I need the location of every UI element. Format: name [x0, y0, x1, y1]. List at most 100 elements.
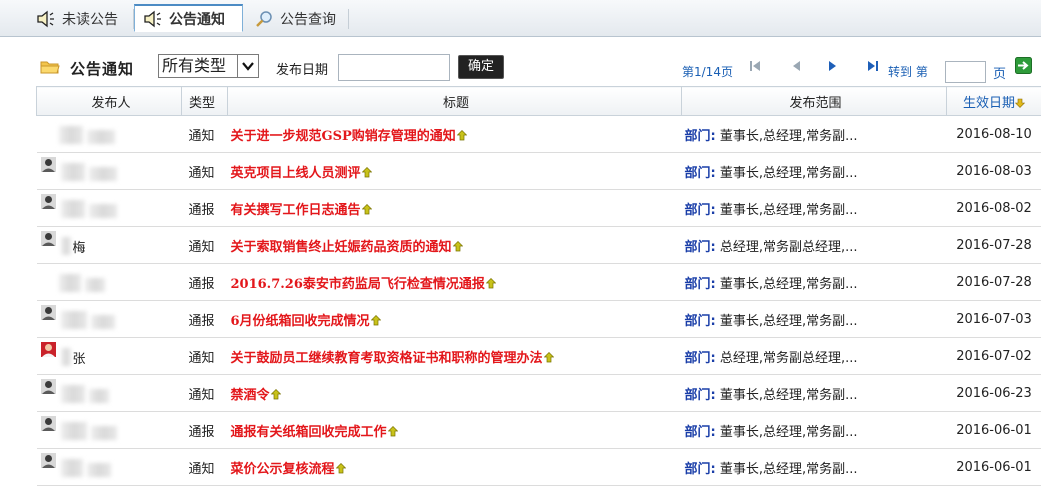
notice-title-link[interactable]: 6月份纸箱回收完成情况 — [231, 314, 370, 329]
redacted-name — [85, 278, 105, 292]
range-label: 部门: — [685, 240, 716, 255]
notice-title-link[interactable]: 菜价公示复核流程 — [231, 462, 335, 477]
notice-title-link[interactable]: 关于索取销售终止妊娠药品资质的通知 — [231, 240, 452, 255]
avatar — [41, 194, 56, 209]
cell-title: 2016.7.26泰安市药监局飞行检查情况通报 — [228, 264, 682, 301]
publisher-name: 梅 — [73, 237, 86, 256]
avatar — [41, 342, 56, 357]
tab-notices[interactable]: 公告通知 — [134, 4, 243, 32]
table-row[interactable]: 通知关于进一步规范GSP购销存管理的通知部门: 董事长,总经理,常务副...20… — [37, 116, 1041, 153]
date-header-label: 生效日期 — [963, 96, 1015, 111]
cell-range: 部门: 董事长,总经理,常务副... — [682, 190, 947, 227]
redacted-name — [91, 426, 117, 440]
cell-type: 通知 — [182, 227, 228, 264]
cell-range: 部门: 总经理,常务副总经理,... — [682, 338, 947, 375]
cell-title: 有关撰写工作日志通告 — [228, 190, 682, 227]
confirm-button[interactable]: 确定 — [458, 55, 504, 79]
table-row[interactable]: 张通知关于鼓励员工继续教育考取资格证书和职称的管理办法部门: 总经理,常务副总经… — [37, 338, 1041, 375]
cell-publisher — [37, 301, 182, 338]
redacted-name — [91, 315, 115, 329]
range-label: 部门: — [685, 277, 716, 292]
notice-title-link[interactable]: 通报有关纸箱回收完成工作 — [231, 425, 387, 440]
redacted-name — [61, 385, 85, 403]
type-select[interactable]: 所有类型 — [158, 54, 259, 78]
table-header-row: 发布人 类型 标题 发布范围 生效日期 — [37, 87, 1041, 116]
cell-title: 关于鼓励员工继续教育考取资格证书和职称的管理办法 — [228, 338, 682, 375]
cell-date: 2016-06-23 — [947, 375, 1041, 412]
up-arrow-icon — [453, 241, 463, 252]
table-row[interactable]: 梅通知关于索取销售终止妊娠药品资质的通知部门: 总经理,常务副总经理,...20… — [37, 227, 1041, 264]
up-arrow-icon — [336, 463, 346, 474]
col-header-range[interactable]: 发布范围 — [682, 87, 947, 116]
cell-title: 英克项目上线人员测评 — [228, 153, 682, 190]
avatar — [41, 305, 56, 320]
cell-date: 2016-08-03 — [947, 153, 1041, 190]
notice-title-link[interactable]: 有关撰写工作日志通告 — [231, 203, 361, 218]
go-arrow-icon[interactable] — [1015, 57, 1032, 74]
cell-publisher: 张 — [37, 338, 182, 375]
notice-title-link[interactable]: 2016.7.26泰安市药监局飞行检查情况通报 — [231, 277, 485, 292]
tab-unread[interactable]: 未读公告 — [36, 5, 118, 33]
cell-type: 通报 — [182, 264, 228, 301]
cell-title: 6月份纸箱回收完成情况 — [228, 301, 682, 338]
cell-type: 通报 — [182, 190, 228, 227]
range-label: 部门: — [685, 203, 716, 218]
table-row[interactable]: 通报6月份纸箱回收完成情况部门: 董事长,总经理,常务副...2016-07-0… — [37, 301, 1041, 338]
tab-bar: 未读公告 公告通知 公告查询 — [0, 0, 1041, 37]
cell-publisher — [37, 412, 182, 449]
up-arrow-icon — [486, 278, 496, 289]
sort-down-icon — [1015, 98, 1025, 108]
cell-type: 通知 — [182, 375, 228, 412]
page-info: 第1/14页 — [682, 63, 733, 80]
next-page-icon[interactable] — [825, 59, 839, 73]
table-row[interactable]: 通报2016.7.26泰安市药监局飞行检查情况通报 部门: 董事长,总经理,常务副… — [37, 264, 1041, 301]
col-header-publisher[interactable]: 发布人 — [37, 87, 182, 116]
tab-label: 公告通知 — [169, 9, 225, 29]
redacted-name — [87, 463, 111, 477]
notice-title-link[interactable]: 禁酒令 — [231, 388, 270, 403]
up-arrow-icon — [457, 130, 467, 141]
notice-title-link[interactable]: 关于进一步规范GSP购销存管理的通知 — [231, 129, 456, 144]
range-value: 董事长,总经理,常务副... — [720, 462, 858, 477]
avatar — [41, 157, 56, 172]
cell-title: 关于进一步规范GSP购销存管理的通知 — [228, 116, 682, 153]
notice-title-link[interactable]: 关于鼓励员工继续教育考取资格证书和职称的管理办法 — [231, 351, 543, 366]
table-row[interactable]: 通报有关撰写工作日志通告部门: 董事长,总经理,常务副...2016-08-02 — [37, 190, 1041, 227]
up-arrow-icon — [388, 426, 398, 437]
table-row[interactable]: 通报通报有关纸箱回收完成工作部门: 董事长,总经理,常务副...2016-06-… — [37, 412, 1041, 449]
prev-page-icon[interactable] — [790, 59, 804, 73]
avatar — [41, 416, 56, 431]
cell-date: 2016-07-28 — [947, 264, 1041, 301]
table-row[interactable]: 通知菜价公示复核流程部门: 董事长,总经理,常务副...2016-06-01 — [37, 449, 1041, 486]
notice-title-link[interactable]: 英克项目上线人员测评 — [231, 166, 361, 181]
last-page-icon[interactable] — [866, 59, 880, 73]
avatar — [41, 379, 56, 394]
cell-range: 部门: 董事长,总经理,常务副... — [682, 375, 947, 412]
redacted-name — [59, 274, 81, 292]
table-row[interactable]: 通知英克项目上线人员测评部门: 董事长,总经理,常务副...2016-08-03 — [37, 153, 1041, 190]
col-header-title[interactable]: 标题 — [228, 87, 682, 116]
table-row[interactable]: 通知禁酒令 部门: 董事长,总经理,常务副...2016-06-23 — [37, 375, 1041, 412]
page-suffix: 页 — [993, 63, 1006, 82]
redacted-name — [61, 237, 71, 255]
tab-search[interactable]: 公告查询 — [254, 5, 336, 33]
col-header-type[interactable]: 类型 — [182, 87, 228, 116]
toolbar: 公告通知 所有类型 发布日期 确定 第1/14页 转到 第 页 — [0, 37, 1041, 87]
type-select-value: 所有类型 — [162, 56, 226, 75]
range-value: 董事长,总经理,常务副... — [720, 129, 858, 144]
page-input[interactable] — [945, 61, 986, 83]
col-header-date[interactable]: 生效日期 — [947, 87, 1041, 116]
range-value: 董事长,总经理,常务副... — [720, 388, 858, 403]
cell-title: 禁酒令 — [228, 375, 682, 412]
notice-table: 发布人 类型 标题 发布范围 生效日期 通知关于进一步规范GSP购销存管理的通知… — [36, 86, 1041, 486]
range-value: 董事长,总经理,常务副... — [720, 277, 858, 292]
tab-divider — [348, 9, 349, 29]
cell-date: 2016-07-02 — [947, 338, 1041, 375]
chevron-down-icon[interactable] — [237, 55, 258, 77]
redacted-name — [61, 348, 71, 366]
date-input[interactable] — [338, 54, 450, 81]
cell-publisher — [37, 375, 182, 412]
cell-publisher — [37, 153, 182, 190]
first-page-icon[interactable] — [748, 59, 762, 73]
tab-label: 公告查询 — [280, 9, 336, 29]
